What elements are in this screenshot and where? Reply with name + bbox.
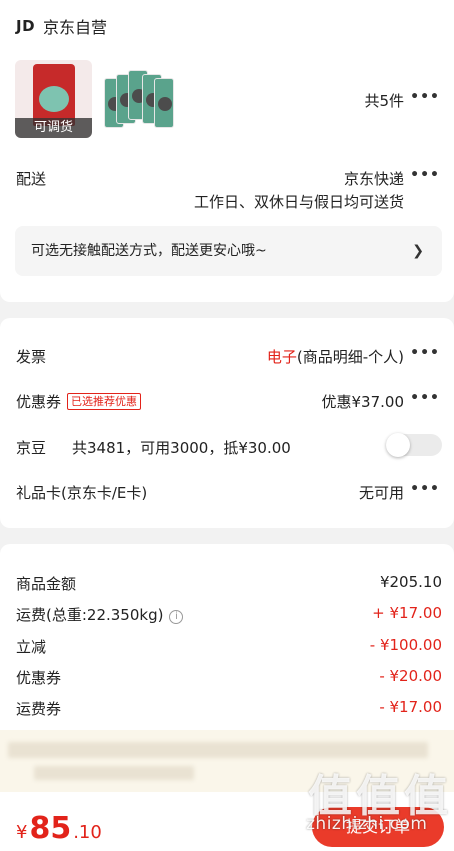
price-decimal: .10 [73, 822, 102, 843]
info-icon[interactable]: i [169, 610, 184, 624]
store-header: JD 京东自营 [16, 14, 107, 38]
site-watermark: 值 值 值 zhizhizhi.com [306, 760, 454, 851]
coupon-deduct-label: 优惠券 [16, 669, 62, 687]
delivery-schedule: 工作日、双休日与假日均可送货 [193, 193, 404, 211]
jingdou-toggle[interactable] [386, 433, 442, 457]
instant-discount-value: - ¥100.00 [369, 636, 442, 654]
jingdou-label: 京豆 [16, 439, 47, 457]
delivery-method[interactable]: 京东快递 [344, 168, 404, 189]
more-icon[interactable]: ••• [410, 167, 440, 183]
jingdou-balance: 共3481，可用3000，抵¥30.00 [72, 439, 291, 457]
transfer-stock-tag: 可调货 [15, 118, 92, 138]
store-name: 京东自营 [43, 18, 108, 37]
total-price: ¥ 85 .10 [16, 811, 102, 846]
watermark-site: zhizhizhi.com [306, 814, 428, 834]
invoice-type: 电子 [266, 348, 297, 366]
more-icon[interactable]: ••• [410, 481, 440, 497]
shipping-coupon-label: 运费券 [16, 700, 62, 718]
jd-logo: JD [16, 17, 36, 35]
delivery-label: 配送 [16, 170, 47, 188]
goods-amount-label: 商品金额 [16, 575, 77, 593]
invoice-value[interactable]: 电子(商品明细-个人) [267, 346, 404, 367]
invoice-label: 发票 [16, 348, 47, 366]
shipping-fee-value: + ¥17.00 [372, 604, 442, 622]
product-thumbnail-pack[interactable] [104, 70, 176, 130]
product-bag-image [154, 78, 174, 128]
instant-discount-label: 立减 [16, 638, 47, 656]
shipping-fee-row: 运费(总重:22.350kg) i [16, 604, 184, 625]
price-integer: 85 [29, 811, 72, 846]
shipping-fee-label: 运费(总重:22.350kg) [16, 606, 164, 624]
giftcard-label: 礼品卡(京东卡/E卡) [16, 484, 148, 502]
more-icon[interactable]: ••• [410, 345, 440, 361]
coupon-row-label: 优惠券 已选推荐优惠 [16, 391, 142, 412]
notice-text: 可选无接触配送方式，配送更安心哦~ [31, 243, 267, 259]
toggle-knob [386, 433, 410, 457]
coupon-deduct-value: - ¥20.00 [379, 667, 442, 685]
coupon-label: 优惠券 [16, 393, 62, 411]
recommended-coupon-badge: 已选推荐优惠 [67, 393, 142, 410]
item-count[interactable]: 共5件 [364, 90, 404, 111]
shipping-coupon-value: - ¥17.00 [379, 698, 442, 716]
coupon-value[interactable]: 优惠¥37.00 [322, 391, 405, 412]
blurred-text [34, 766, 194, 780]
order-items-card: JD 京东自营 可调货 共5件 ••• 配送 京东快递 ••• 工作日、双休日与… [0, 0, 454, 302]
invoice-detail: (商品明细-个人) [296, 348, 404, 366]
blurred-text [8, 742, 428, 758]
product-thumbnail-rice[interactable]: 可调货 [15, 60, 92, 138]
price-currency: ¥ [16, 822, 28, 843]
price-summary-card: 商品金额 ¥205.10 运费(总重:22.350kg) i + ¥17.00 立… [0, 544, 454, 730]
goods-amount-value: ¥205.10 [379, 573, 442, 591]
chevron-right-icon: ❯ [412, 243, 424, 259]
more-icon[interactable]: ••• [410, 390, 440, 406]
rice-bag-image [33, 64, 75, 126]
giftcard-value[interactable]: 无可用 [359, 482, 404, 503]
contactless-delivery-notice[interactable]: 可选无接触配送方式，配送更安心哦~ ❯ [15, 226, 442, 276]
payment-options-card: 发票 电子(商品明细-个人) ••• 优惠券 已选推荐优惠 优惠¥37.00 ••… [0, 318, 454, 528]
more-icon[interactable]: ••• [410, 89, 440, 105]
